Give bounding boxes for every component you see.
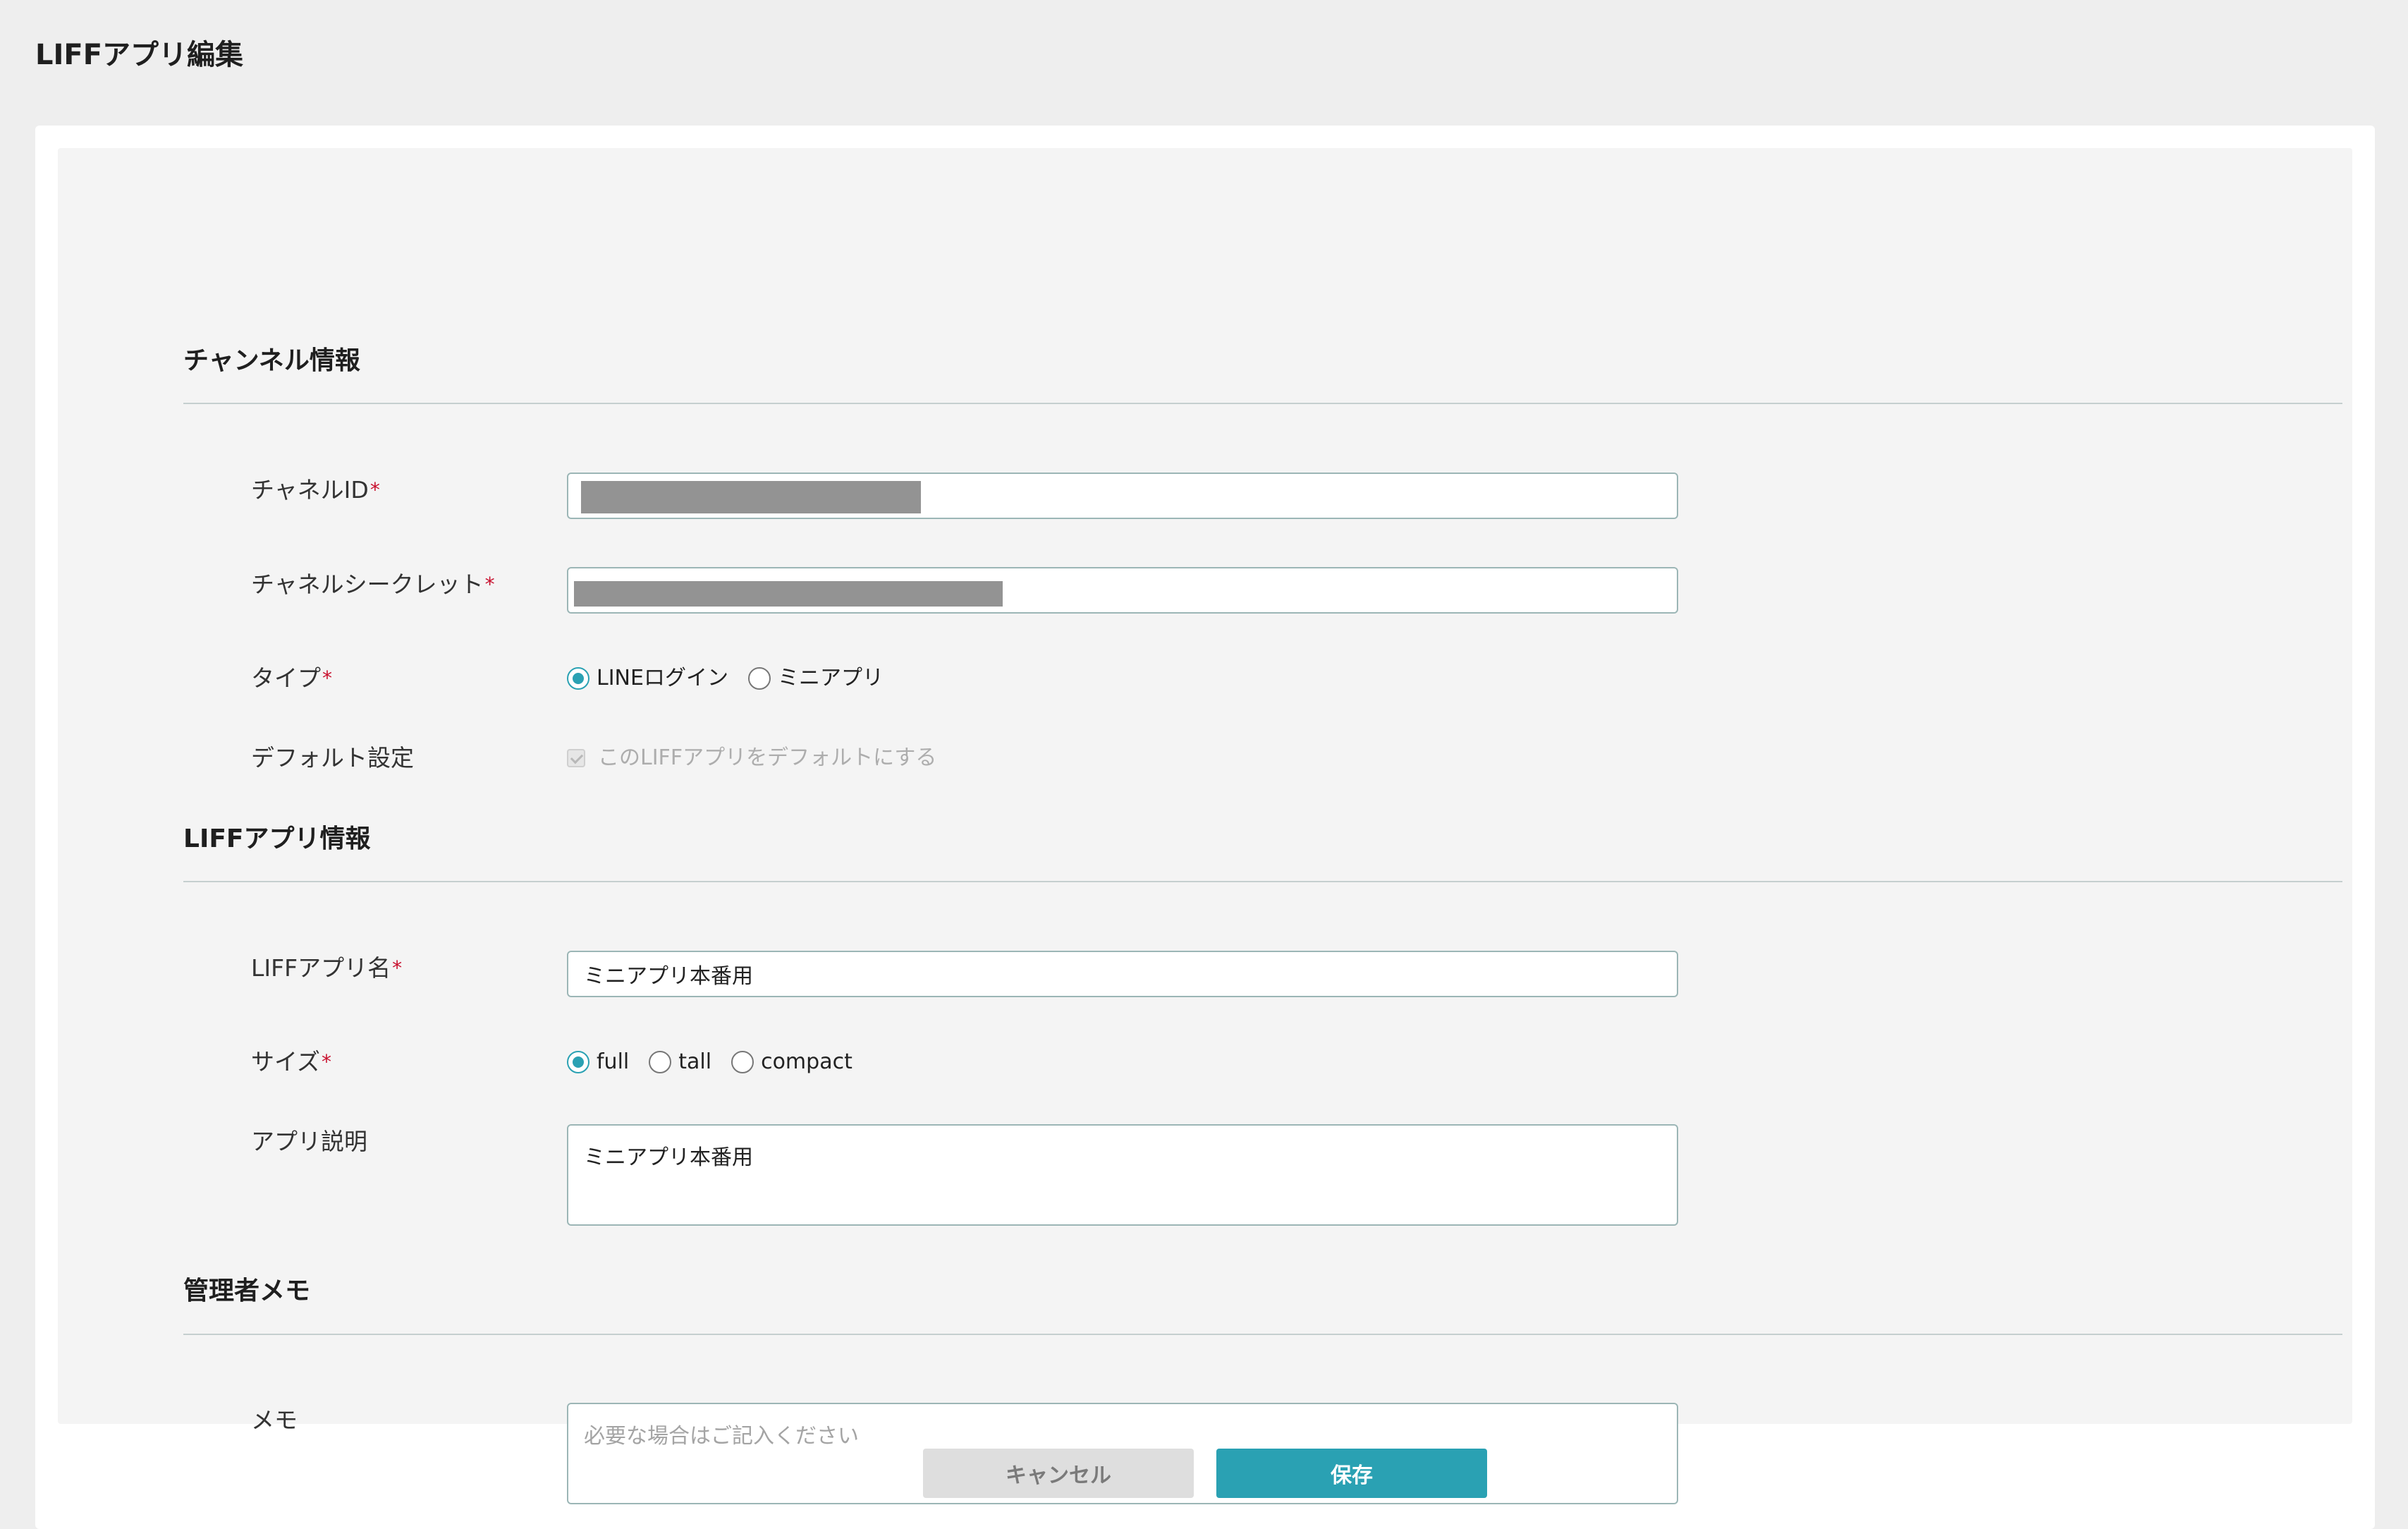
redacted-value [574, 581, 1003, 607]
section-title-liff: LIFFアプリ情報 [183, 824, 371, 853]
radio-checked-icon[interactable] [567, 667, 589, 690]
radio-label: tall [678, 1049, 712, 1074]
description-label-text: アプリ説明 [251, 1128, 367, 1155]
size-option-compact[interactable]: compact [731, 1044, 852, 1080]
liff-name-label-text: LIFFアプリ名 [251, 954, 391, 982]
channel-secret-input[interactable] [567, 567, 1678, 614]
required-mark: * [392, 956, 403, 980]
default-setting-label: デフォルト設定 [251, 741, 414, 776]
required-mark: * [369, 478, 380, 501]
liff-name-label: LIFFアプリ名* [251, 951, 402, 986]
section-title-channel: チャンネル情報 [183, 346, 360, 375]
default-setting-label-text: デフォルト設定 [251, 744, 414, 772]
radio-unchecked-icon[interactable] [649, 1051, 672, 1073]
required-mark: * [484, 573, 495, 596]
default-checkbox[interactable] [567, 749, 585, 767]
radio-unchecked-icon[interactable] [747, 667, 771, 690]
required-mark: * [322, 666, 332, 690]
type-option-mini-app[interactable]: ミニアプリ [747, 661, 884, 696]
radio-label: compact [761, 1049, 852, 1074]
memo-label: メモ [251, 1403, 298, 1438]
type-radio-group: LINEログイン ミニアプリ [567, 661, 903, 696]
liff-name-input[interactable] [567, 951, 1678, 997]
default-checkbox-label: このLIFFアプリをデフォルトにする [598, 745, 937, 770]
radio-checked-icon[interactable] [567, 1051, 589, 1073]
channel-secret-label: チャネルシークレット* [251, 567, 495, 602]
section-title-admin: 管理者メモ [183, 1277, 311, 1305]
radio-unchecked-icon[interactable] [731, 1051, 754, 1073]
type-option-line-login[interactable]: LINEログイン [567, 661, 728, 696]
channel-id-label: チャネルID* [251, 473, 380, 508]
cancel-button[interactable]: キャンセル [923, 1449, 1194, 1498]
size-label-text: サイズ [251, 1048, 321, 1076]
section-divider [183, 881, 2342, 882]
section-divider [183, 403, 2342, 404]
default-checkbox-row: このLIFFアプリをデフォルトにする [567, 741, 936, 776]
size-label: サイズ* [251, 1044, 331, 1080]
form-panel: チャンネル情報 チャネルID* チャネルシークレット* タイプ* LINEログイ… [58, 148, 2352, 1504]
radio-label: LINEログイン [597, 666, 728, 690]
radio-label: ミニアプリ [777, 666, 884, 690]
type-label: タイプ* [251, 661, 332, 696]
size-option-tall[interactable]: tall [649, 1044, 711, 1080]
size-radio-group: full tall compact [567, 1044, 872, 1080]
memo-label-text: メモ [251, 1406, 298, 1434]
channel-secret-label-text: チャネルシークレット [251, 571, 484, 598]
size-option-full[interactable]: full [567, 1044, 629, 1080]
type-label-text: タイプ [251, 664, 321, 692]
required-mark: * [322, 1050, 332, 1073]
description-textarea[interactable]: ミニアプリ本番用 [567, 1124, 1678, 1226]
save-button[interactable]: 保存 [1216, 1449, 1487, 1498]
redacted-value [581, 481, 921, 513]
radio-label: full [597, 1049, 630, 1074]
channel-id-label-text: チャネルID [251, 476, 369, 504]
page-title: LIFFアプリ編集 [35, 39, 244, 71]
form-card: チャンネル情報 チャネルID* チャネルシークレット* タイプ* LINEログイ… [35, 126, 2375, 1529]
description-label: アプリ説明 [251, 1124, 367, 1159]
section-divider [183, 1334, 2342, 1335]
channel-id-input[interactable] [567, 473, 1678, 519]
